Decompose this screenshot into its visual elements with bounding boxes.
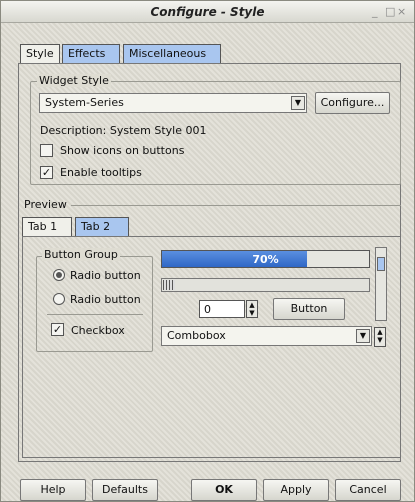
button-group-legend: Button Group: [42, 248, 120, 261]
minimize-icon[interactable]: _: [372, 5, 378, 18]
preview-label: Preview: [24, 198, 67, 211]
spinbox-value: 0: [204, 303, 211, 316]
enable-tooltips-label: Enable tooltips: [60, 166, 142, 179]
preview-button[interactable]: Button: [273, 298, 345, 320]
ok-button-label: OK: [215, 483, 233, 496]
radio-button-2-label: Radio button: [70, 293, 141, 306]
scrollbar-thumb[interactable]: [377, 257, 385, 271]
preview-scrollbar[interactable]: [375, 247, 387, 321]
ok-button[interactable]: OK: [191, 479, 257, 501]
preview-combobox-value: Combobox: [167, 329, 226, 342]
apply-button[interactable]: Apply: [263, 479, 329, 501]
help-button[interactable]: Help: [20, 479, 86, 501]
help-button-label: Help: [40, 483, 66, 496]
show-icons-label: Show icons on buttons: [60, 144, 185, 157]
enable-tooltips-checkbox[interactable]: ✓: [40, 166, 53, 179]
widget-style-legend: Widget Style: [37, 74, 111, 87]
radio-button-1[interactable]: [53, 269, 65, 281]
tab-1-label: Tab 1: [28, 220, 58, 233]
preview-spinbox[interactable]: 0: [199, 300, 245, 318]
style-select-value: System-Series: [45, 96, 124, 109]
spinbox-arrows-icon[interactable]: ▲ ▼: [246, 300, 258, 318]
maximize-icon[interactable]: □: [385, 5, 395, 18]
show-icons-checkbox[interactable]: [40, 144, 53, 157]
button-group-divider: [47, 314, 143, 315]
configure-style-window: Configure - Style _ □ × Style Effects Mi…: [0, 0, 415, 502]
tab-style-label: Style: [26, 47, 54, 60]
chevron-down-icon: ▼: [356, 329, 370, 343]
style-description: Description: System Style 001: [40, 124, 207, 137]
tab-2-label: Tab 2: [81, 220, 111, 233]
configure-button[interactable]: Configure...: [315, 92, 390, 114]
defaults-button-label: Defaults: [102, 483, 148, 496]
slider-handle[interactable]: [163, 280, 175, 290]
preview-divider: [71, 205, 401, 206]
style-select[interactable]: System-Series ▼: [39, 93, 307, 113]
title-bar[interactable]: Configure - Style _ □ ×: [1, 1, 414, 23]
apply-button-label: Apply: [280, 483, 312, 496]
preview-slider[interactable]: [161, 278, 370, 292]
cancel-button[interactable]: Cancel: [335, 479, 401, 501]
tab-effects-label: Effects: [68, 47, 106, 60]
radio-button-1-label: Radio button: [70, 269, 141, 282]
tab-2[interactable]: Tab 2: [75, 217, 129, 237]
preview-checkbox-label: Checkbox: [71, 324, 125, 337]
tab-style[interactable]: Style: [20, 44, 60, 64]
defaults-button[interactable]: Defaults: [92, 479, 158, 501]
tab-1[interactable]: Tab 1: [22, 217, 72, 237]
configure-button-label: Configure...: [320, 96, 385, 109]
progress-text: 70%: [252, 253, 279, 266]
progress-bar: 70%: [161, 250, 370, 268]
preview-button-label: Button: [290, 302, 328, 315]
radio-button-2[interactable]: [53, 293, 65, 305]
combobox-spin-icon[interactable]: ▲ ▼: [374, 327, 386, 347]
tab-miscellaneous-label: Miscellaneous: [129, 47, 207, 60]
close-icon[interactable]: ×: [397, 5, 406, 18]
tab-miscellaneous[interactable]: Miscellaneous: [123, 44, 221, 64]
tab-effects[interactable]: Effects: [62, 44, 120, 64]
chevron-down-icon: ▼: [291, 96, 305, 110]
window-title: Configure - Style: [150, 5, 265, 19]
cancel-button-label: Cancel: [349, 483, 387, 496]
preview-checkbox[interactable]: ✓: [51, 323, 64, 336]
preview-combobox[interactable]: Combobox ▼: [161, 326, 372, 346]
